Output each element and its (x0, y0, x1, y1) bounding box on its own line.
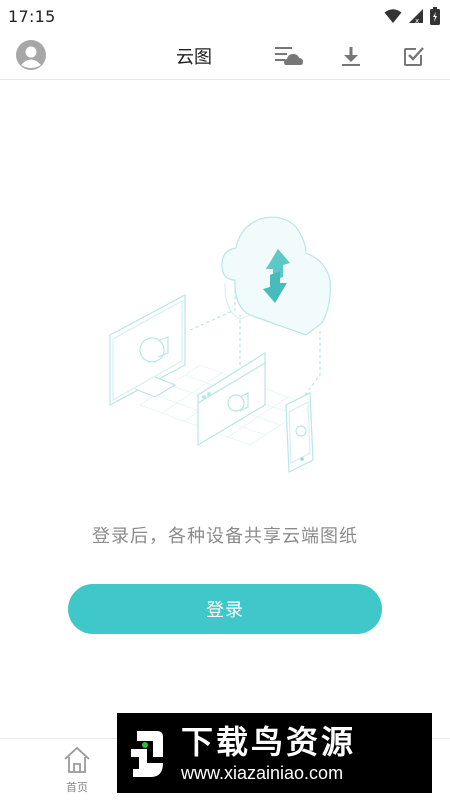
watermark-banner: 下载鸟资源 www.xiazainiao.com (117, 713, 432, 793)
download-icon (342, 47, 360, 66)
login-button[interactable]: 登录 (68, 584, 382, 634)
page-title: 云图 (176, 47, 212, 68)
watermark-logo (117, 713, 177, 793)
wifi-icon (384, 9, 402, 23)
bird-logo-icon (131, 731, 163, 777)
cloud-sync-button[interactable] (274, 41, 304, 71)
svg-text:x: x (415, 17, 419, 24)
signal-icon: x (409, 9, 423, 24)
battery-icon (430, 7, 440, 25)
home-icon (60, 743, 94, 777)
app-header: 云图 (0, 32, 450, 80)
cloud-sync-icon (275, 47, 303, 65)
watermark-url: www.xiazainiao.com (181, 763, 344, 783)
select-button[interactable] (399, 41, 429, 71)
cloud-devices-illustration (109, 216, 331, 473)
nav-item-home[interactable]: 首页 (37, 743, 117, 799)
checkbox-icon (404, 47, 424, 66)
watermark-title: 下载鸟资源 (181, 723, 357, 761)
download-button[interactable] (336, 41, 366, 71)
status-time: 17:15 (8, 6, 56, 26)
login-prompt-text: 登录后，各种设备共享云端图纸 (92, 526, 358, 547)
status-bar: 17:15 x (0, 0, 450, 32)
status-icons: x (384, 7, 440, 25)
nav-label-home: 首页 (66, 781, 88, 794)
